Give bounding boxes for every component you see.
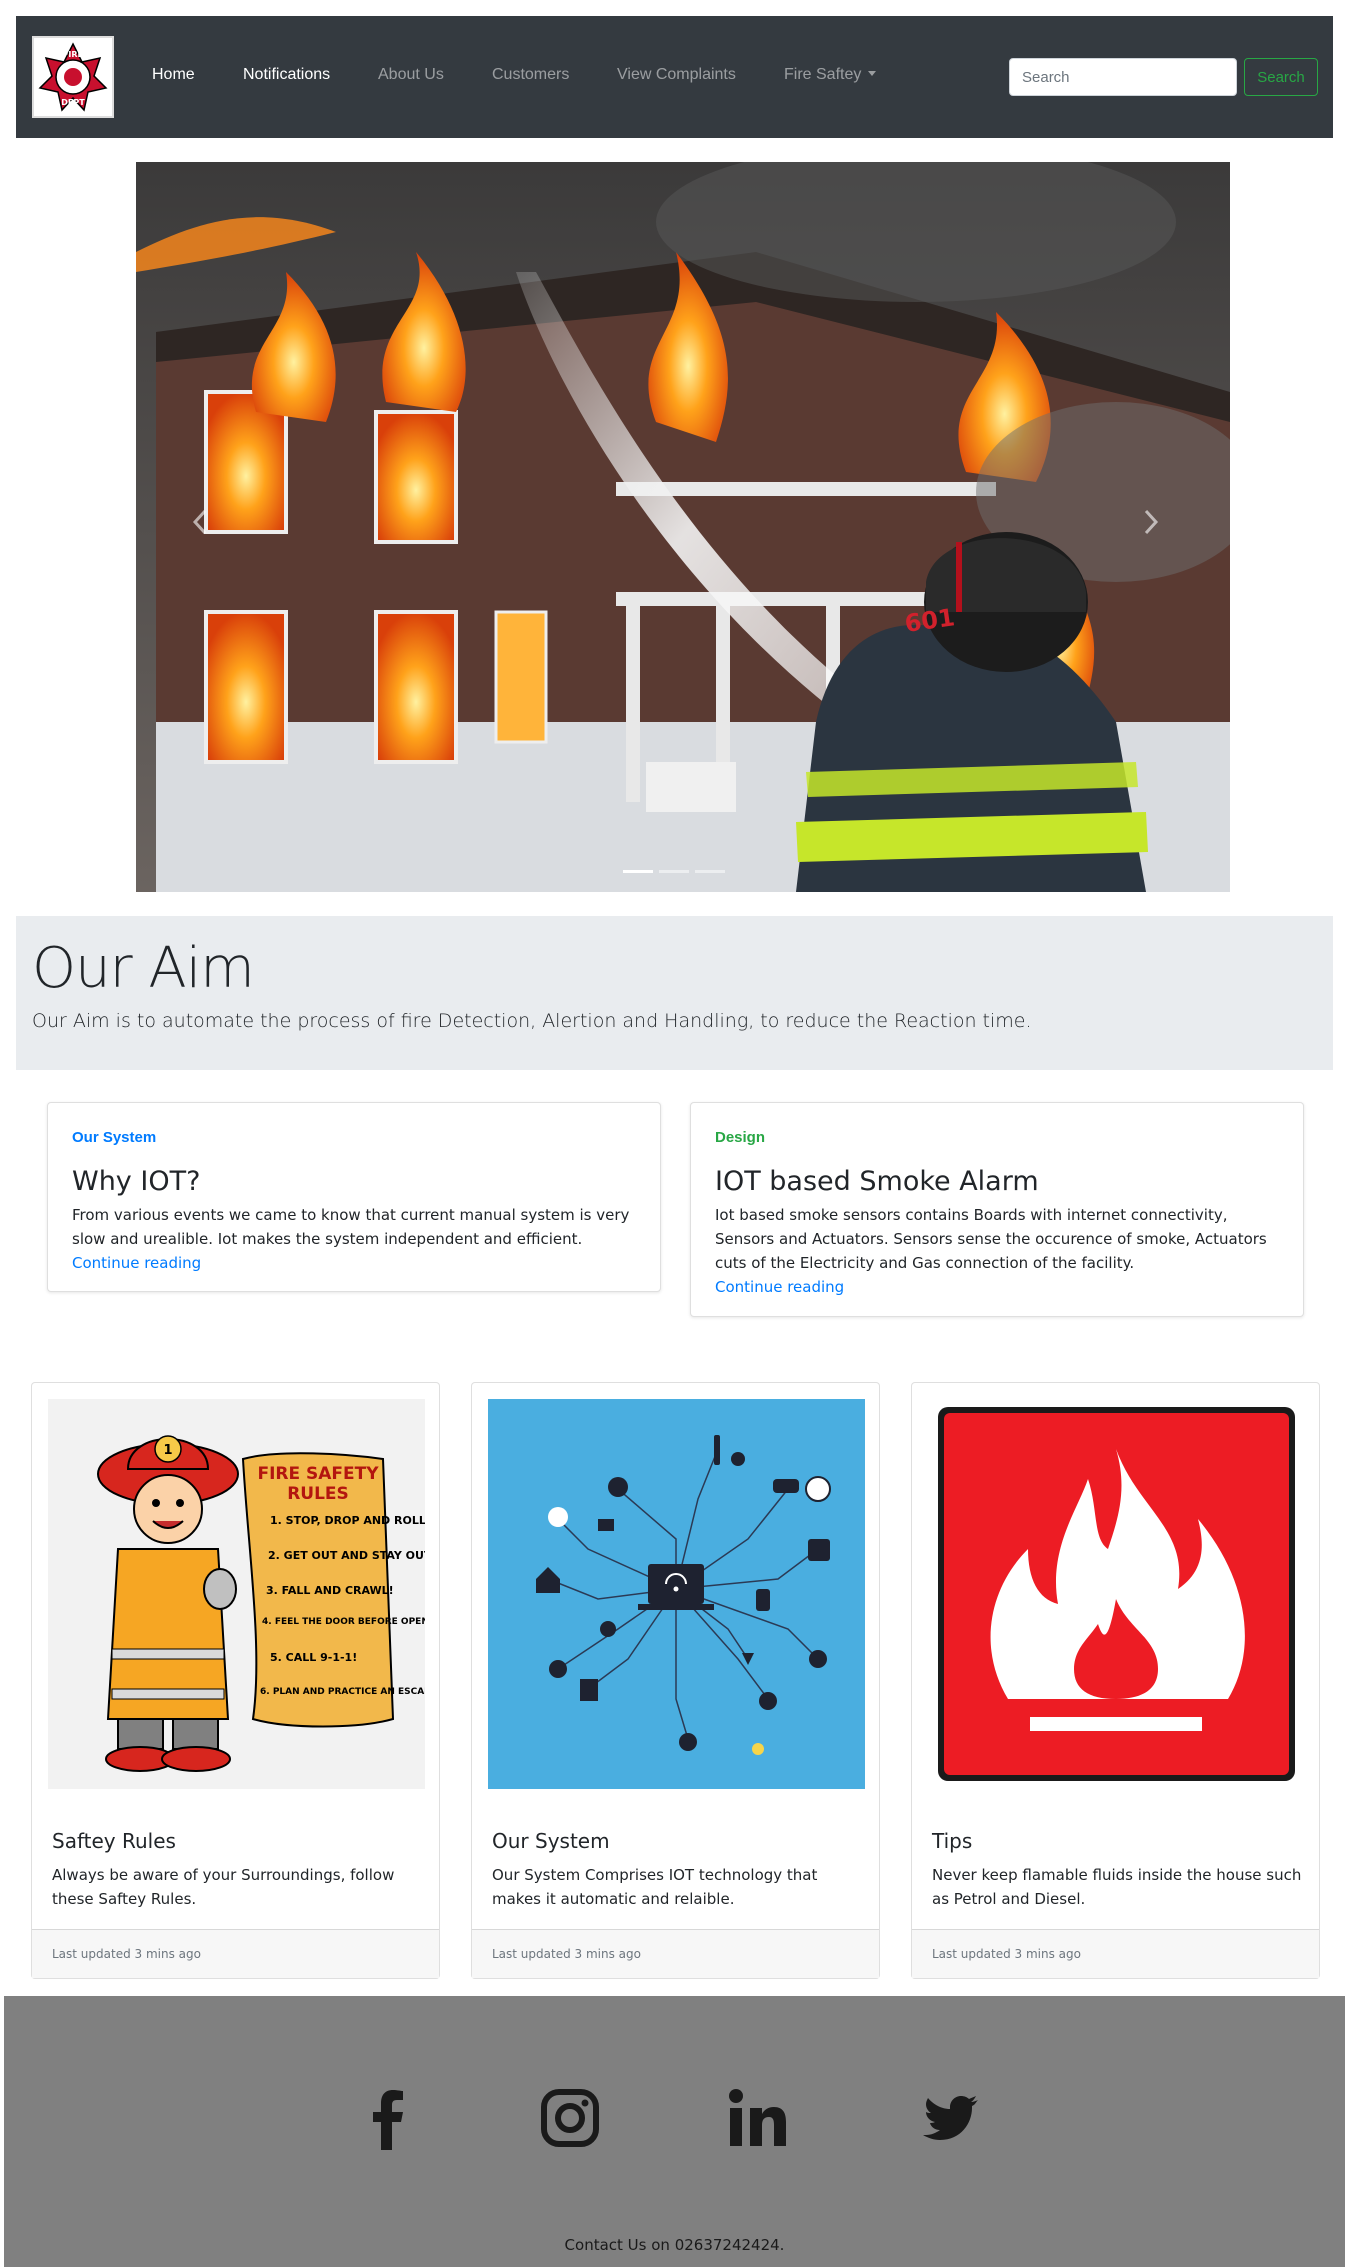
carousel-next-icon[interactable] [1141, 507, 1161, 537]
poster-heading: FIRE SAFETY [257, 1464, 379, 1484]
fire-dept-logo-icon[interactable]: FIRE DEPT [32, 36, 114, 118]
hero-carousel: 601 [136, 162, 1230, 892]
navbar: FIRE DEPT Home Notifications About Us Cu… [16, 16, 1333, 138]
card-footer: Last updated 3 mins ago [472, 1929, 879, 1978]
card-text: Always be aware of your Surroundings, fo… [52, 1866, 395, 1908]
card-saftey-rules: 1 FIRE SAFETY RULES 1. STOP, DROP AND RO… [31, 1382, 440, 1979]
continue-reading-link[interactable]: Continue reading [72, 1254, 201, 1272]
helmet-badge-number: 1 [163, 1443, 172, 1458]
poster-rule: 2. GET OUT AND STAY OUT! [268, 1549, 425, 1562]
carousel-indicator[interactable] [695, 870, 725, 873]
blog-category: Our System [72, 1129, 157, 1146]
card-footer: Last updated 3 mins ago [32, 1929, 439, 1978]
card-title: Saftey Rules [52, 1829, 176, 1853]
carousel-prev-icon[interactable] [190, 507, 210, 537]
flammable-sign-image [928, 1399, 1305, 1789]
search-button[interactable]: Search [1244, 58, 1318, 96]
blog-title: IOT based Smoke Alarm [715, 1166, 1039, 1197]
poster-rule: 4. FEEL THE DOOR BEFORE OPENING! [262, 1617, 425, 1627]
nav-home[interactable]: Home [152, 66, 195, 84]
card-text: Our System Comprises IOT technology that… [492, 1866, 818, 1908]
card-footer: Last updated 3 mins ago [912, 1929, 1319, 1978]
blog-card-smoke-alarm: Design IOT based Smoke Alarm Iot based s… [690, 1102, 1304, 1317]
carousel-indicator[interactable] [623, 870, 653, 873]
poster-rule: 3. FALL AND CRAWL! [266, 1584, 394, 1597]
poster-heading-2: RULES [287, 1484, 349, 1504]
blog-card-why-iot: Our System Why IOT? From various events … [47, 1102, 661, 1292]
nav-fire-saftey-label: Fire Saftey [784, 66, 862, 83]
card-title: Our System [492, 1829, 610, 1853]
iot-network-image [488, 1399, 865, 1789]
aim-text: Our Aim is to automate the process of fi… [32, 1010, 1032, 1032]
twitter-icon[interactable] [918, 2086, 982, 2150]
card-text: Never keep flamable fluids inside the ho… [932, 1866, 1302, 1908]
nav-customers[interactable]: Customers [492, 66, 569, 84]
carousel-indicator[interactable] [659, 870, 689, 873]
contact-text: Contact Us on 02637242424. [564, 2236, 785, 2254]
caret-down-icon [868, 71, 877, 76]
continue-reading-link[interactable]: Continue reading [715, 1278, 844, 1296]
linkedin-icon[interactable] [726, 2086, 790, 2150]
nav-view-complaints[interactable]: View Complaints [617, 66, 736, 84]
instagram-icon[interactable] [538, 2086, 602, 2150]
burning-house-image: 601 [136, 162, 1230, 892]
fire-safety-rules-image: 1 FIRE SAFETY RULES 1. STOP, DROP AND RO… [48, 1399, 425, 1789]
blog-text: From various events we came to know that… [72, 1206, 630, 1248]
blog-text: Iot based smoke sensors contains Boards … [715, 1206, 1267, 1272]
aim-jumbotron: Our Aim Our Aim is to automate the proce… [16, 916, 1333, 1070]
nav-notifications[interactable]: Notifications [243, 66, 330, 84]
carousel-indicators [623, 870, 725, 873]
poster-rule: 6. PLAN AND PRACTICE AN ESCAPE [260, 1687, 425, 1697]
facebook-icon[interactable] [356, 2086, 420, 2150]
blog-title: Why IOT? [72, 1166, 201, 1197]
site-footer: Contact Us on 02637242424. [4, 1996, 1345, 2267]
nav-fire-saftey-dropdown[interactable]: Fire Saftey [784, 66, 877, 84]
logo-text-bottom: DEPT [61, 98, 85, 107]
card-our-system: Our System Our System Comprises IOT tech… [471, 1382, 880, 1979]
card-tips: Tips Never keep flamable fluids inside t… [911, 1382, 1320, 1979]
poster-rule: 5. CALL 9-1-1! [270, 1651, 357, 1664]
blog-category: Design [715, 1129, 766, 1146]
logo-text-top: FIRE [63, 50, 83, 59]
card-title: Tips [932, 1829, 973, 1853]
search-input[interactable] [1009, 58, 1237, 96]
poster-rule: 1. STOP, DROP AND ROLL! [270, 1514, 425, 1527]
aim-title: Our Aim [32, 936, 255, 1001]
nav-about-us[interactable]: About Us [378, 66, 444, 84]
